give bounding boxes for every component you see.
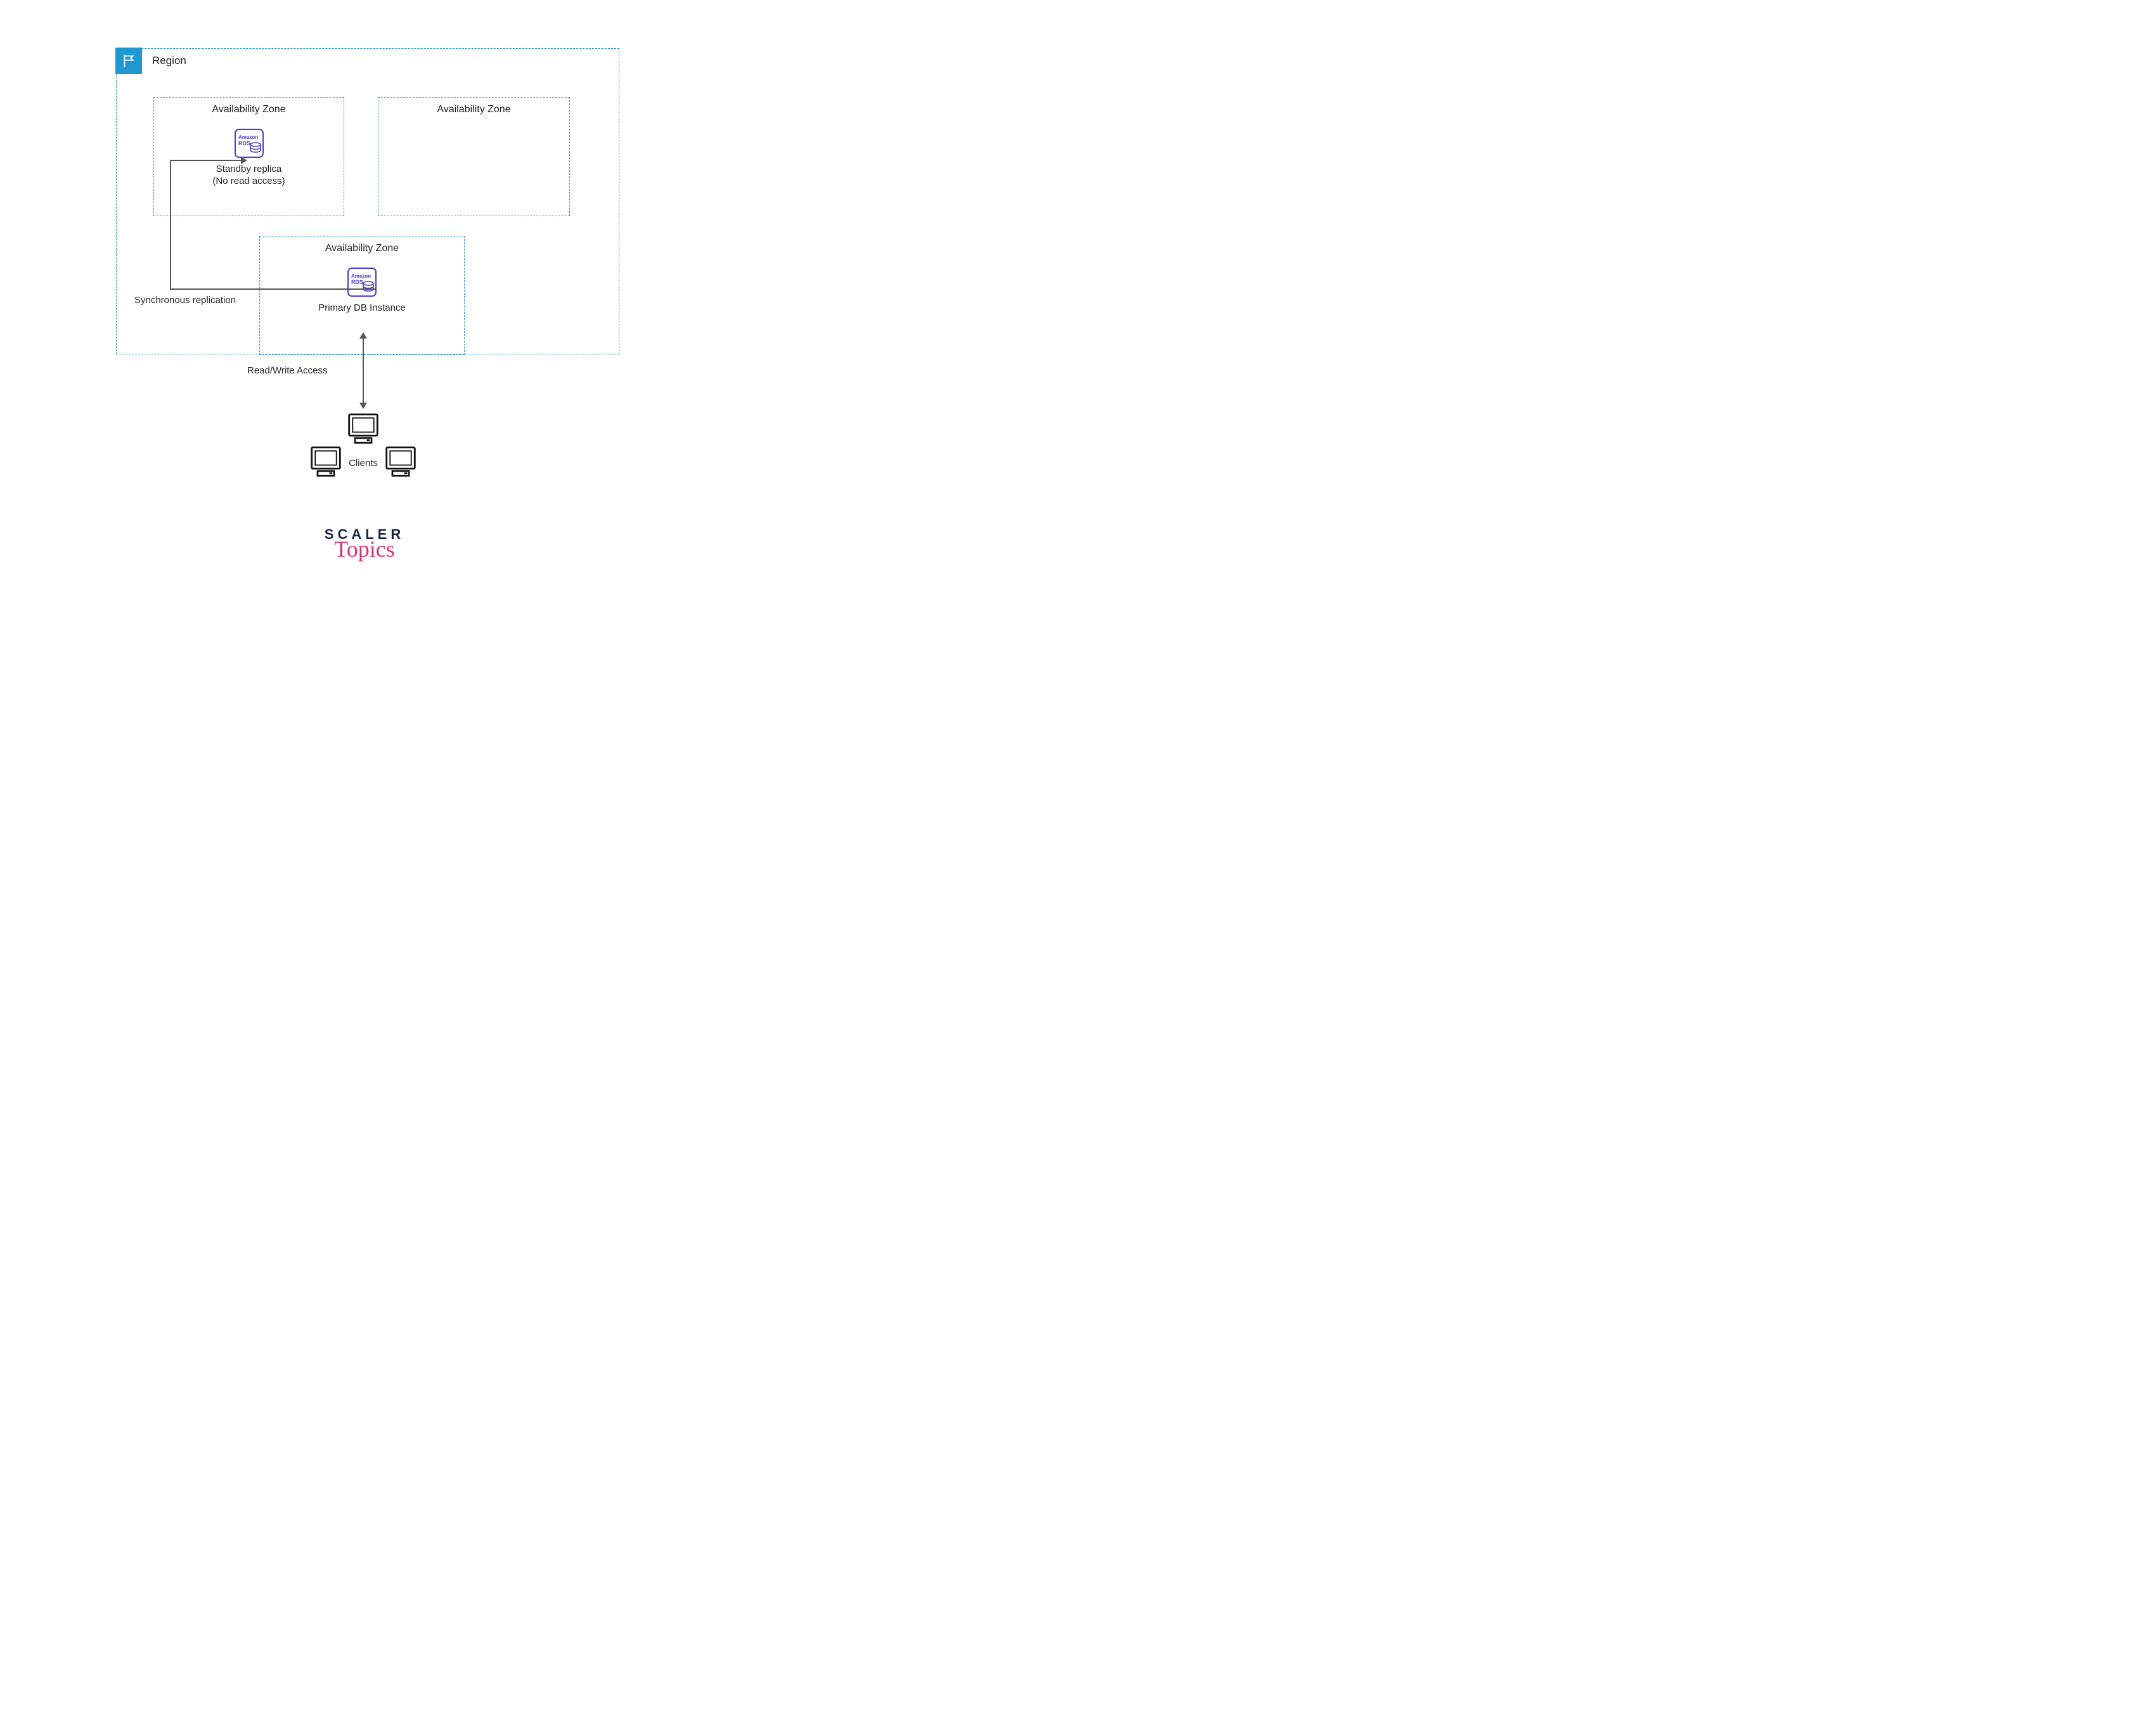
rds-text-top: Amazon — [351, 273, 371, 279]
brand-logo: SCALER Topics — [301, 526, 428, 560]
connector-line — [170, 288, 375, 290]
clients-label: Clients — [349, 458, 378, 469]
primary-caption: Primary DB Instance — [260, 302, 464, 314]
az-label: Availability Zone — [154, 104, 344, 115]
connector-line — [363, 335, 364, 406]
arrow-right-icon — [241, 157, 247, 164]
connector-line — [170, 160, 171, 289]
standby-caption: Standby replica (No read access) — [154, 164, 344, 188]
az-standby: Availability Zone Amazon RDS Standby rep… — [153, 97, 344, 216]
brand-line2: Topics — [301, 538, 428, 560]
arrow-down-icon — [359, 403, 367, 409]
read-write-label: Read/Write Access — [247, 365, 327, 376]
standby-caption-1: Standby replica — [216, 164, 281, 174]
primary-block: Amazon RDS Primary DB Instance — [260, 267, 464, 314]
az-label: Availability Zone — [260, 243, 464, 254]
rds-icon: Amazon RDS — [234, 128, 264, 159]
region-container: Region Availability Zone Amazon RDS Stan… — [116, 48, 619, 354]
connector-line — [170, 160, 241, 161]
sync-replication-label: Synchronous replication — [132, 295, 238, 306]
arrow-up-icon — [359, 332, 367, 339]
clients-group: Clients — [287, 412, 439, 481]
az-label: Availability Zone — [378, 104, 569, 115]
client-computer-icon — [383, 445, 418, 481]
rds-text-bottom: RDS — [351, 279, 363, 285]
rds-icon: Amazon RDS — [347, 267, 377, 297]
flag-icon — [115, 48, 142, 74]
standby-caption-2: (No read access) — [212, 176, 285, 186]
az-empty: Availability Zone — [378, 97, 570, 216]
client-computer-icon — [308, 445, 344, 481]
rds-text-top: Amazon — [238, 134, 258, 140]
region-label: Region — [152, 55, 186, 67]
rds-text-bottom: RDS — [238, 140, 250, 146]
client-computer-icon — [345, 437, 381, 448]
standby-block: Amazon RDS Standby replica (No read acce… — [154, 128, 344, 188]
